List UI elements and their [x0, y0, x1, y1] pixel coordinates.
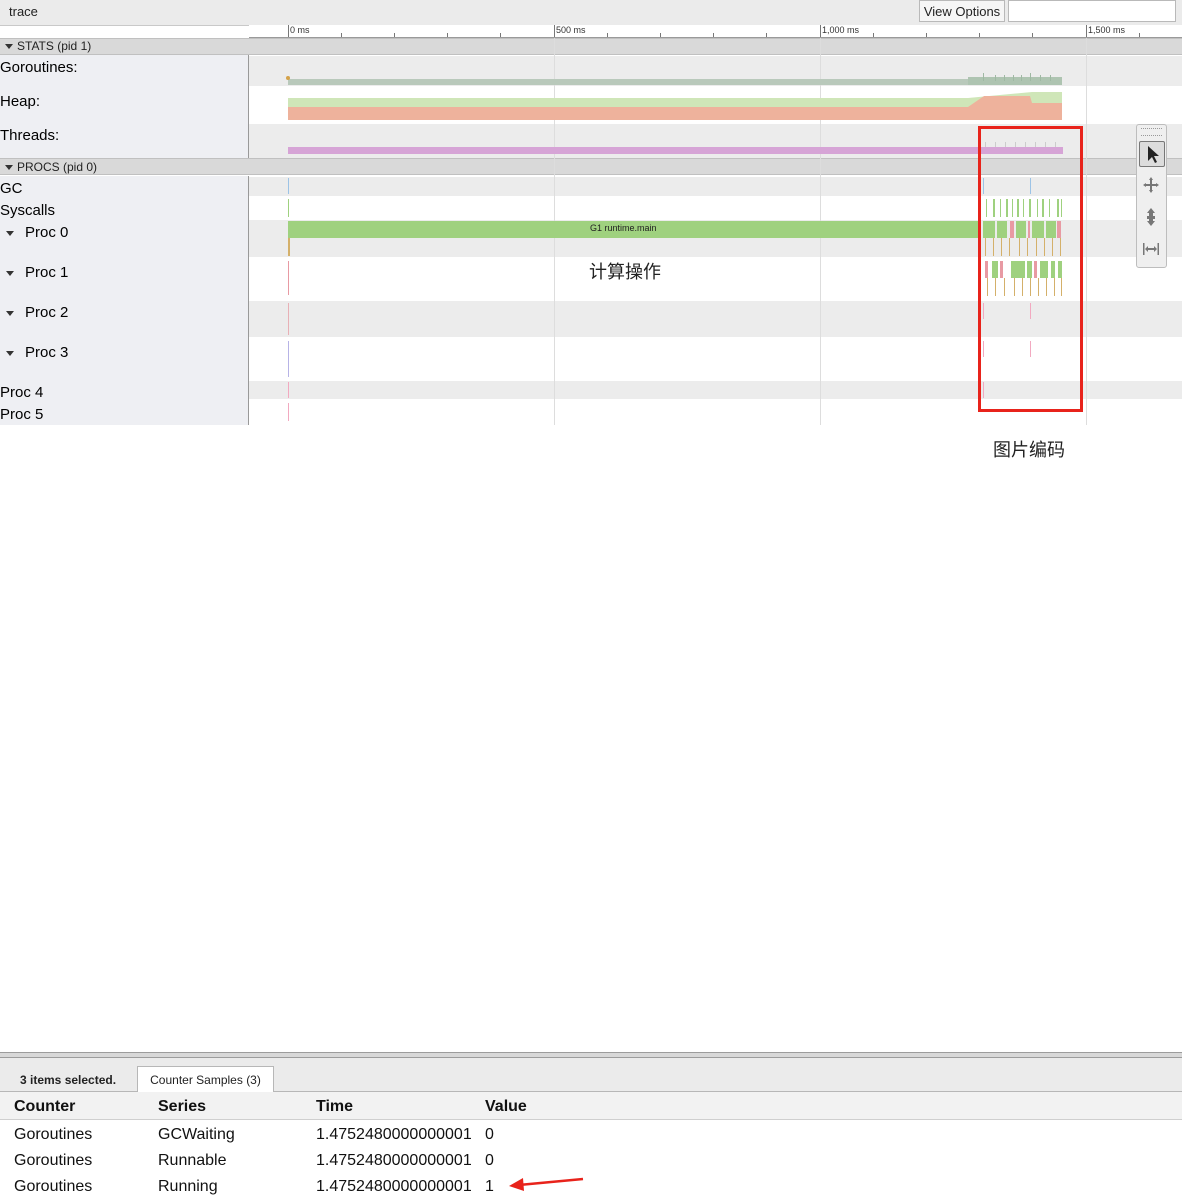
timing-width-icon: [1143, 243, 1159, 255]
proc5-event: [288, 403, 289, 421]
syscall-event: [288, 199, 289, 217]
proc4-event: [288, 382, 289, 398]
cell-value: 1: [485, 1178, 494, 1195]
cell-time: 1.4752480000000001: [316, 1126, 472, 1143]
column-header-time[interactable]: Time: [316, 1098, 353, 1116]
table-row[interactable]: Goroutines Runnable 1.4752480000000001 0: [0, 1150, 1182, 1174]
zoom-tool-button[interactable]: [1139, 205, 1165, 231]
pan-tool-button[interactable]: [1139, 173, 1165, 199]
proc0-substack: [288, 238, 290, 256]
column-header-value[interactable]: Value: [485, 1098, 527, 1116]
pan-cross-icon: [1143, 177, 1159, 193]
threads-counter-bar: [288, 147, 1063, 154]
cell-value: 0: [485, 1152, 494, 1169]
zoom-updown-icon: [1147, 208, 1155, 226]
highlight-box-annotation: [978, 126, 1083, 412]
cell-time: 1.4752480000000001: [316, 1152, 472, 1169]
goroutines-start-marker: [286, 76, 290, 80]
mouse-mode-toolbar[interactable]: [1136, 124, 1167, 268]
cell-time: 1.4752480000000001: [316, 1178, 472, 1195]
image-encode-annotation: 图片编码: [993, 440, 1065, 460]
cell-series: GCWaiting: [158, 1126, 235, 1143]
ruler-tick-marks: [288, 25, 1140, 37]
goroutines-counter-bar: [288, 79, 1062, 85]
grid-line: [1086, 38, 1087, 425]
goroutines-counter-spikes: [968, 77, 1062, 85]
red-arrow-annotation: [509, 1177, 584, 1191]
cell-counter: Goroutines: [14, 1178, 93, 1195]
column-header-series[interactable]: Series: [158, 1098, 206, 1116]
table-row[interactable]: Goroutines Running 1.4752480000000001 1: [0, 1176, 1182, 1200]
compute-annotation: 计算操作: [589, 262, 661, 282]
tab-counter-samples[interactable]: Counter Samples (3): [137, 1066, 274, 1092]
cursor-arrow-icon: [1148, 146, 1159, 163]
cell-counter: Goroutines: [14, 1152, 93, 1169]
table-row[interactable]: Goroutines GCWaiting 1.4752480000000001 …: [0, 1124, 1182, 1148]
cell-series: Running: [158, 1178, 218, 1195]
drag-handle-icon[interactable]: [1141, 128, 1162, 136]
gc-event: [288, 178, 289, 194]
selection-count: 3 items selected.: [20, 1073, 117, 1087]
select-tool-button[interactable]: [1139, 141, 1165, 167]
proc1-event: [288, 261, 289, 295]
cell-series: Runnable: [158, 1152, 227, 1169]
proc2-event: [288, 303, 289, 335]
cell-counter: Goroutines: [14, 1126, 93, 1143]
cell-value: 0: [485, 1126, 494, 1143]
timing-tool-button[interactable]: [1139, 237, 1165, 263]
column-header-counter[interactable]: Counter: [14, 1098, 75, 1116]
main-slice-label[interactable]: G1 runtime.main: [590, 223, 657, 233]
proc3-event: [288, 341, 289, 377]
